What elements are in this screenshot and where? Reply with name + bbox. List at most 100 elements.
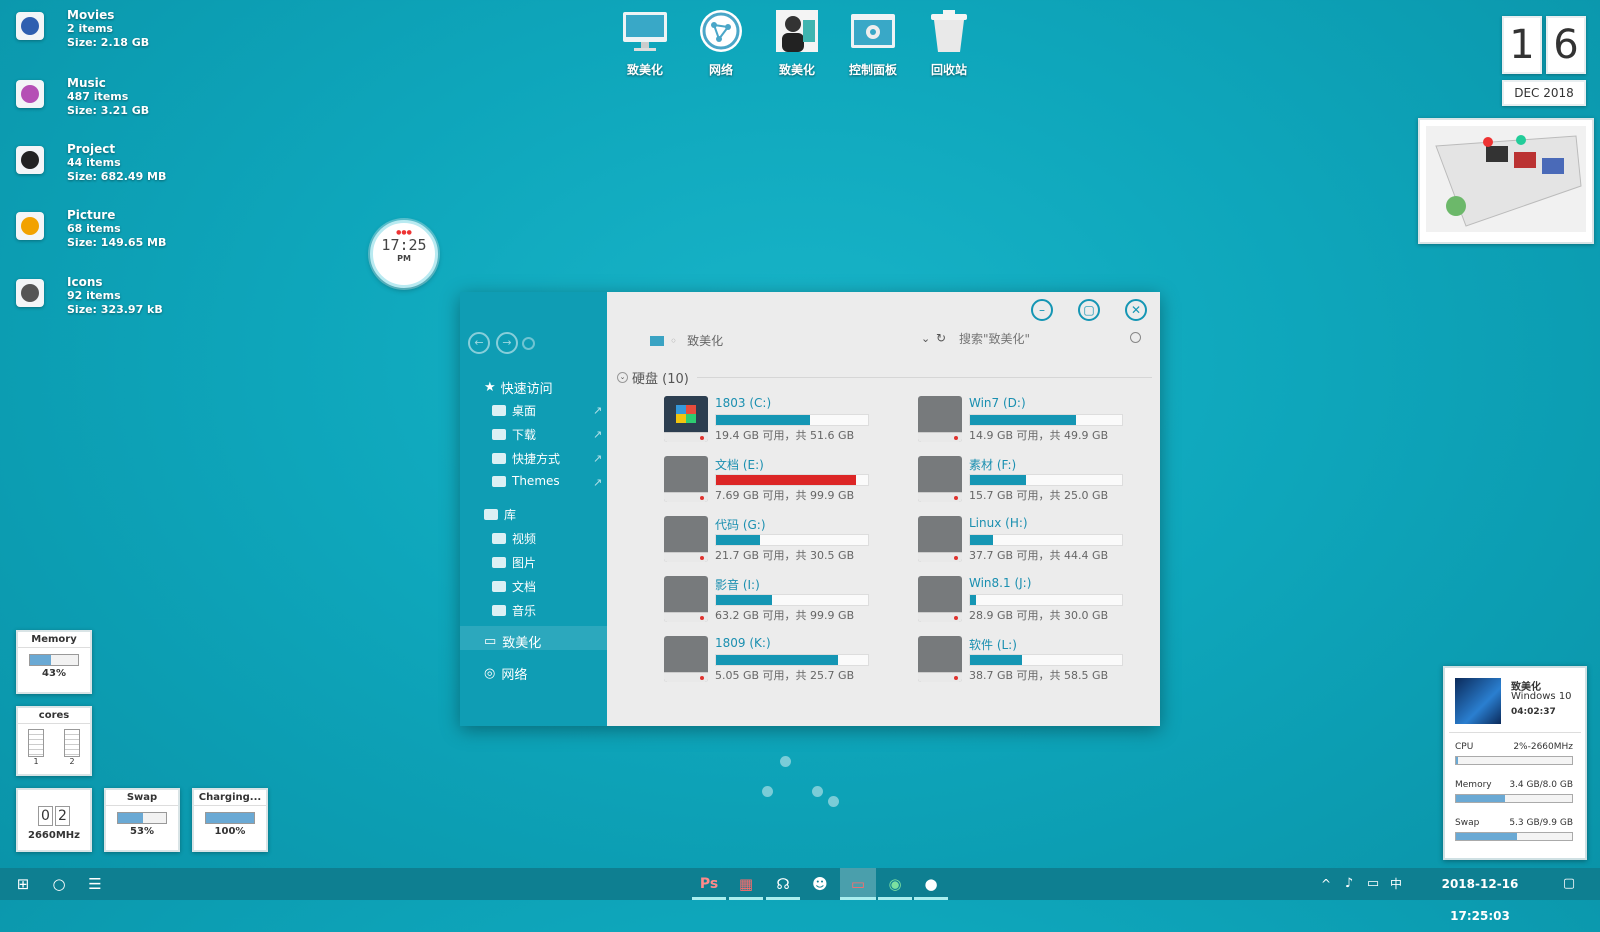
nav-this-pc[interactable]: ▭ 致美化 — [484, 632, 541, 651]
folder-items: 487 items — [67, 90, 129, 103]
taskbar-clock[interactable]: 2018-12-16 17:25:03 — [1410, 868, 1550, 923]
drive-size: 7.69 GB 可用，共 99.9 GB — [715, 489, 855, 502]
desktop-icon-label: 回收站 — [930, 63, 967, 77]
desktop-icon-user[interactable]: 致美化 — [762, 8, 832, 78]
cores-gadget[interactable]: cores 1 2 — [16, 706, 92, 776]
drive-item[interactable]: 软件 (L:) 38.7 GB 可用，共 58.5 GB — [918, 636, 1168, 684]
round-clock-ampm: PM — [397, 254, 411, 263]
system-info-widget[interactable]: 致美化 Windows 10 04:02:37 CPU 2%-2660MHz Me… — [1443, 666, 1587, 860]
drive-item[interactable]: Linux (H:) 37.7 GB 可用，共 44.4 GB — [918, 516, 1168, 564]
nav-themes[interactable]: Themes — [492, 474, 560, 488]
nav-documents[interactable]: 文档 — [492, 578, 536, 595]
monitor-icon: ▭ — [484, 634, 497, 649]
chrome-task-icon[interactable]: ◉ — [878, 868, 912, 900]
minimize-button[interactable]: – — [1031, 299, 1053, 321]
desktop-icon-computer[interactable]: 致美化 — [610, 8, 680, 78]
nav-downloads[interactable]: 下载 — [492, 426, 536, 443]
people-task-icon[interactable]: ☻ — [803, 868, 837, 900]
search-circle-icon[interactable]: ○ — [42, 868, 76, 900]
music-folder-icon — [492, 605, 506, 616]
maximize-button[interactable]: ▢ — [1078, 299, 1100, 321]
drive-item[interactable]: Win8.1 (J:) 28.9 GB 可用，共 30.0 GB — [918, 576, 1168, 624]
drive-size: 19.4 GB 可用，共 51.6 GB — [715, 429, 855, 442]
drive-usage-bar — [715, 594, 869, 606]
memory-gadget[interactable]: Memory 43% — [16, 630, 92, 694]
photo-image — [1426, 126, 1586, 232]
search-icon[interactable] — [1130, 332, 1141, 343]
nav-library[interactable]: 库 — [484, 506, 516, 523]
explorer-task-icon[interactable]: ▭ — [840, 868, 876, 900]
drive-item[interactable]: 文档 (E:) 7.69 GB 可用，共 99.9 GB — [664, 456, 914, 504]
drive-item[interactable]: 1809 (K:) 5.05 GB 可用，共 25.7 GB — [664, 636, 914, 684]
drop-task-icon[interactable]: ● — [914, 868, 948, 900]
address-dropdown-icon[interactable]: ⌄ — [921, 332, 930, 345]
volume-icon[interactable]: ♪ — [1338, 868, 1360, 900]
nav-videos[interactable]: 视频 — [492, 530, 536, 547]
close-button[interactable]: ✕ — [1125, 299, 1147, 321]
drive-item[interactable]: Win7 (D:) 14.9 GB 可用，共 49.9 GB — [918, 396, 1168, 444]
swap-title: Swap — [106, 790, 178, 806]
swap-gadget[interactable]: Swap 53% — [104, 788, 180, 852]
nav-label: Themes — [512, 474, 560, 488]
search-input[interactable] — [957, 330, 1121, 348]
back-button[interactable]: ← — [468, 332, 490, 354]
memory-value: 43% — [42, 668, 66, 679]
cpu-value: 2%-2660MHz — [1513, 742, 1573, 752]
loading-dot — [762, 786, 773, 797]
folder-widget-music[interactable]: Music 487 items Size: 3.21 GB — [16, 76, 149, 118]
app-grid-task-icon[interactable]: ▦ — [729, 868, 763, 900]
nav-shortcuts[interactable]: 快捷方式 — [492, 450, 560, 467]
folder-size: Size: 3.21 GB — [67, 104, 150, 117]
drive-item[interactable]: 1803 (C:) 19.4 GB 可用，共 51.6 GB — [664, 396, 914, 444]
nav-label: 音乐 — [512, 604, 537, 618]
swap-bar — [1455, 832, 1573, 841]
drive-name: 代码 (G:) — [715, 518, 766, 532]
headphones-task-icon[interactable]: ☊ — [766, 868, 800, 900]
start-button[interactable]: ⊞ — [6, 868, 40, 900]
nav-network[interactable]: ◎ 网络 — [484, 664, 527, 683]
hard-drive-icon — [664, 456, 708, 502]
drive-name: 1809 (K:) — [715, 636, 771, 650]
nav-quick-access[interactable]: ★ 快速访问 — [484, 378, 553, 397]
nav-music[interactable]: 音乐 — [492, 602, 536, 619]
system-uptime: 04:02:37 — [1511, 707, 1556, 717]
refresh-icon[interactable]: ↻ — [936, 331, 946, 345]
folder-name: Project — [67, 142, 116, 156]
monitor-icon — [623, 12, 667, 51]
drive-item[interactable]: 影音 (I:) 63.2 GB 可用，共 99.9 GB — [664, 576, 914, 624]
desktop-icon-recycle-bin[interactable]: 回收站 — [914, 8, 984, 78]
drives-section-header[interactable]: ⌄ 硬盘 (10) — [617, 368, 689, 387]
core-2-label: 2 — [69, 757, 75, 766]
address-bar[interactable]: ◦ 致美化 — [650, 332, 723, 349]
up-button[interactable] — [522, 337, 535, 350]
drive-status-dot — [954, 556, 958, 560]
drive-item[interactable]: 代码 (G:) 21.7 GB 可用，共 30.5 GB — [664, 516, 914, 564]
photoshop-label: Ps — [699, 876, 719, 892]
photo-frame-widget[interactable] — [1418, 118, 1594, 244]
folder-name: Picture — [67, 208, 116, 222]
task-view-icon[interactable]: ☰ — [78, 868, 112, 900]
network-tray-icon[interactable]: ▭ — [1362, 868, 1384, 900]
cpu-freq-gadget[interactable]: 0 2 2660MHz — [16, 788, 92, 852]
loading-dot — [812, 786, 823, 797]
notification-icon[interactable]: ▢ — [1556, 868, 1582, 900]
desktop-icon-control-panel[interactable]: 控制面板 — [838, 8, 908, 78]
drive-size: 37.7 GB 可用，共 44.4 GB — [969, 549, 1109, 562]
nav-desktop[interactable]: 桌面 — [492, 402, 536, 419]
drive-status-dot — [954, 496, 958, 500]
drive-item[interactable]: 素材 (F:) 15.7 GB 可用，共 25.0 GB — [918, 456, 1168, 504]
battery-gadget[interactable]: Charging... 100% — [192, 788, 268, 852]
nav-pictures[interactable]: 图片 — [492, 554, 536, 571]
drive-name: 文档 (E:) — [715, 458, 764, 472]
folder-widget-project[interactable]: Project 44 items Size: 682.49 MB — [16, 142, 166, 184]
folder-widget-movies[interactable]: Movies 2 items Size: 2.18 GB — [16, 8, 149, 50]
photoshop-task-icon[interactable]: Ps — [692, 868, 726, 900]
ime-indicator[interactable]: 中 — [1386, 868, 1406, 900]
desktop-icon-network[interactable]: 网络 — [686, 8, 756, 78]
explorer-sidebar: ← → ★ 快速访问 桌面 ↗ 下载 ↗ 快捷方式 ↗ Themes ↗ 库 视频… — [460, 292, 607, 726]
drive-size: 38.7 GB 可用，共 58.5 GB — [969, 669, 1109, 682]
forward-button[interactable]: → — [496, 332, 518, 354]
folder-widget-picture[interactable]: Picture 68 items Size: 149.65 MB — [16, 208, 166, 250]
folder-widget-icons[interactable]: Icons 92 items Size: 323.97 kB — [16, 275, 163, 317]
tray-expand-icon[interactable]: ^ — [1316, 868, 1336, 900]
